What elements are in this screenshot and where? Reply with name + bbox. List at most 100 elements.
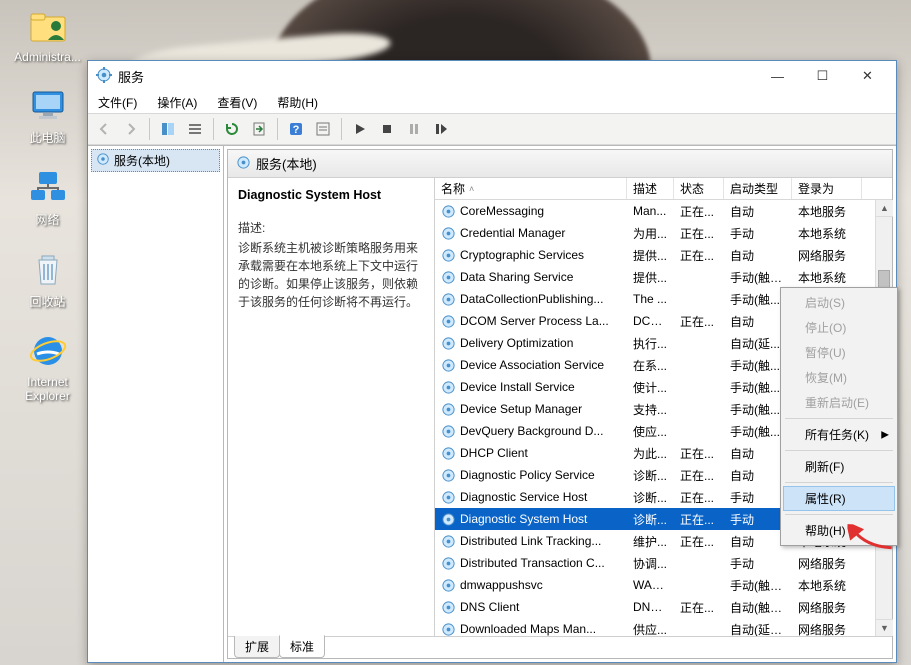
cell-desc: 使计... [627, 379, 674, 396]
menu-file[interactable]: 文件(F) [94, 92, 141, 113]
desktop-icon-ie[interactable]: Internet Explorer [10, 330, 85, 403]
cell-name: DHCP Client [435, 446, 627, 461]
properties-button[interactable] [311, 117, 335, 141]
column-header-logon[interactable]: 登录为 [792, 178, 862, 199]
maximize-button[interactable]: ☐ [800, 62, 845, 90]
services-window: 服务 — ☐ ✕ 文件(F) 操作(A) 查看(V) 帮助(H) ? [87, 60, 897, 663]
cell-logon: 网络服务 [792, 555, 862, 572]
column-header-startup[interactable]: 启动类型 [724, 178, 792, 199]
column-header-desc[interactable]: 描述 [627, 178, 674, 199]
ie-icon [27, 330, 69, 372]
nav-back-button[interactable] [92, 117, 116, 141]
window-title: 服务 [118, 67, 755, 86]
services-gear-icon [96, 67, 112, 86]
detail-pane: Diagnostic System Host 描述: 诊断系统主机被诊断策略服务… [228, 178, 434, 636]
service-row[interactable]: dmwappushsvcWAP...手动(触发...本地系统 [435, 574, 892, 596]
context-menu-item[interactable]: 所有任务(K)▶ [783, 422, 895, 447]
service-row[interactable]: Credential Manager为用...正在...手动本地系统 [435, 222, 892, 244]
stop-service-button[interactable] [375, 117, 399, 141]
context-menu-separator [785, 418, 893, 419]
cell-name: DCOM Server Process La... [435, 314, 627, 329]
menu-view[interactable]: 查看(V) [213, 92, 261, 113]
list-header-row: 名称˄描述状态启动类型登录为 [435, 178, 892, 200]
cell-name: Distributed Link Tracking... [435, 534, 627, 549]
export-button[interactable] [247, 117, 271, 141]
desktop-icon-label: 回收站 [29, 293, 65, 310]
cell-name: Credential Manager [435, 226, 627, 241]
context-menu-item: 停止(O) [783, 315, 895, 340]
context-menu-item[interactable]: 属性(R) [783, 486, 895, 511]
nav-tree-root[interactable]: 服务(本地) [91, 149, 220, 172]
tab-extended[interactable]: 扩展 [234, 636, 280, 658]
content-header-label: 服务(本地) [256, 154, 317, 173]
start-service-button[interactable] [348, 117, 372, 141]
cell-startup: 手动 [724, 555, 792, 572]
desktop-icon-label: Internet Explorer [25, 375, 70, 403]
pause-service-button[interactable] [402, 117, 426, 141]
desktop-icon-label: 此电脑 [29, 129, 65, 146]
cell-name: Device Association Service [435, 358, 627, 373]
cell-desc: 使应... [627, 423, 674, 440]
menu-help[interactable]: 帮助(H) [273, 92, 322, 113]
cell-name: Device Install Service [435, 380, 627, 395]
cell-desc: 维护... [627, 533, 674, 550]
context-menu-separator [785, 514, 893, 515]
cell-desc: 提供... [627, 269, 674, 286]
monitor-icon [27, 84, 69, 126]
cell-logon: 网络服务 [792, 599, 862, 616]
close-button[interactable]: ✕ [845, 62, 890, 90]
scroll-up-icon[interactable]: ▲ [876, 200, 893, 217]
desktop-icons-column: Administra... 此电脑 网络 回收站 Internet Explor… [10, 5, 85, 403]
desktop-icon-admin[interactable]: Administra... [10, 5, 85, 64]
help-button[interactable]: ? [284, 117, 308, 141]
cell-name: Diagnostic Policy Service [435, 468, 627, 483]
service-row[interactable]: Downloaded Maps Man...供应...自动(延迟...网络服务 [435, 618, 892, 636]
cell-status: 正在... [674, 511, 724, 528]
view-list-button[interactable] [183, 117, 207, 141]
service-row[interactable]: Cryptographic Services提供...正在...自动网络服务 [435, 244, 892, 266]
services-gear-icon [236, 155, 251, 173]
desktop-icon-label: Administra... [14, 50, 81, 64]
cell-logon: 网络服务 [792, 621, 862, 637]
folder-user-icon [27, 5, 69, 47]
minimize-button[interactable]: — [755, 62, 800, 90]
cell-name: DNS Client [435, 600, 627, 615]
cell-status: 正在... [674, 489, 724, 506]
service-row[interactable]: CoreMessagingMan...正在...自动本地服务 [435, 200, 892, 222]
services-gear-icon [96, 152, 110, 169]
column-header-name[interactable]: 名称˄ [435, 178, 627, 199]
titlebar[interactable]: 服务 — ☐ ✕ [88, 61, 896, 91]
desktop-icon-thispc[interactable]: 此电脑 [10, 84, 85, 146]
cell-desc: The ... [627, 292, 674, 306]
cell-status: 正在... [674, 445, 724, 462]
detail-desc-label: 描述: [238, 219, 424, 237]
context-menu-item[interactable]: 帮助(H) [783, 518, 895, 543]
restart-service-button[interactable] [429, 117, 453, 141]
column-header-status[interactable]: 状态 [674, 178, 724, 199]
cell-logon: 网络服务 [792, 247, 862, 264]
content-header: 服务(本地) [228, 150, 892, 178]
cell-desc: 执行... [627, 335, 674, 352]
cell-name: CoreMessaging [435, 204, 627, 219]
cell-startup: 手动(触发... [724, 269, 792, 286]
cell-desc: 诊断... [627, 467, 674, 484]
cell-name: Cryptographic Services [435, 248, 627, 263]
tab-standard[interactable]: 标准 [279, 635, 325, 658]
refresh-button[interactable] [220, 117, 244, 141]
desktop-icon-recyclebin[interactable]: 回收站 [10, 248, 85, 310]
menu-action[interactable]: 操作(A) [153, 92, 201, 113]
nav-forward-button[interactable] [119, 117, 143, 141]
network-icon [27, 166, 69, 208]
cell-desc: 诊断... [627, 511, 674, 528]
context-menu-separator [785, 450, 893, 451]
cell-name: Diagnostic Service Host [435, 490, 627, 505]
view-detail-button[interactable] [156, 117, 180, 141]
service-row[interactable]: Distributed Transaction C...协调...手动网络服务 [435, 552, 892, 574]
context-menu-item[interactable]: 刷新(F) [783, 454, 895, 479]
cell-startup: 手动 [724, 225, 792, 242]
scroll-down-icon[interactable]: ▼ [876, 619, 893, 636]
desktop-icon-label: 网络 [35, 211, 59, 228]
desktop-icon-network[interactable]: 网络 [10, 166, 85, 228]
service-row[interactable]: Data Sharing Service提供...手动(触发...本地系统 [435, 266, 892, 288]
service-row[interactable]: DNS ClientDNS ...正在...自动(触发...网络服务 [435, 596, 892, 618]
